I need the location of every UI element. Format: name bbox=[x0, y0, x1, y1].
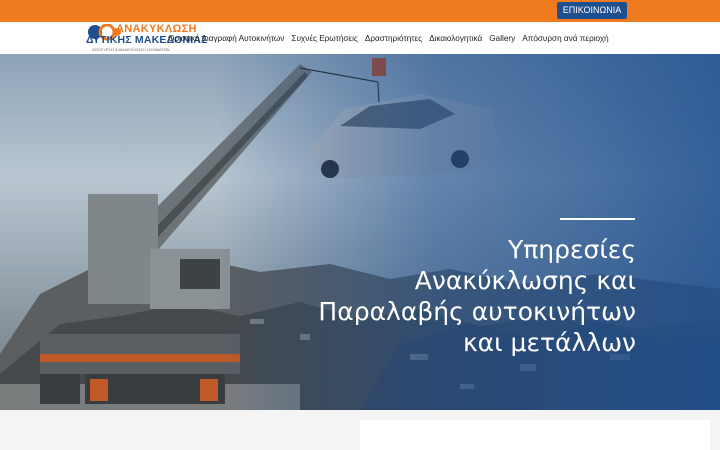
nav-item-withdrawal-by-area[interactable]: Απόσυρση ανά περιοχή bbox=[522, 33, 609, 45]
hero-title: Υπηρεσίες Ανακύκλωσης και Παραλαβής αυτο… bbox=[300, 234, 636, 358]
hero-title-line: και μετάλλων bbox=[462, 328, 636, 357]
hero-title-line: Υπηρεσίες bbox=[507, 235, 636, 264]
main-nav: Οριστική Διαγραφή Αυτοκινήτων Συχνές Ερω… bbox=[168, 33, 609, 45]
nav-item-documents[interactable]: Δικαιολογητικά bbox=[429, 33, 482, 45]
contact-button[interactable]: ΕΠΙΚΟΙΝΩΝΙΑ bbox=[557, 2, 627, 19]
logo-tagline: ΑΠΟΣΥΡΣΗ & ΑΝΑΚΥΚΛΩΣΗ ΟΧΗΜΑΤΩΝ bbox=[92, 47, 170, 52]
hero-title-line: Παραλαβής αυτοκινήτων bbox=[318, 297, 636, 326]
hero-banner: Υπηρεσίες Ανακύκλωσης και Παραλαβής αυτο… bbox=[0, 54, 720, 410]
nav-item-gallery[interactable]: Gallery bbox=[489, 33, 515, 45]
nav-item-faq[interactable]: Συχνές Ερωτήσεις bbox=[291, 33, 357, 45]
hero-title-line: Ανακύκλωσης και bbox=[414, 266, 636, 295]
nav-item-activities[interactable]: Δραστηριότητες bbox=[365, 33, 422, 45]
nav-item-permanent-deregistration[interactable]: Οριστική Διαγραφή Αυτοκινήτων bbox=[168, 33, 284, 45]
content-card bbox=[360, 420, 710, 450]
hero-divider bbox=[560, 218, 635, 220]
